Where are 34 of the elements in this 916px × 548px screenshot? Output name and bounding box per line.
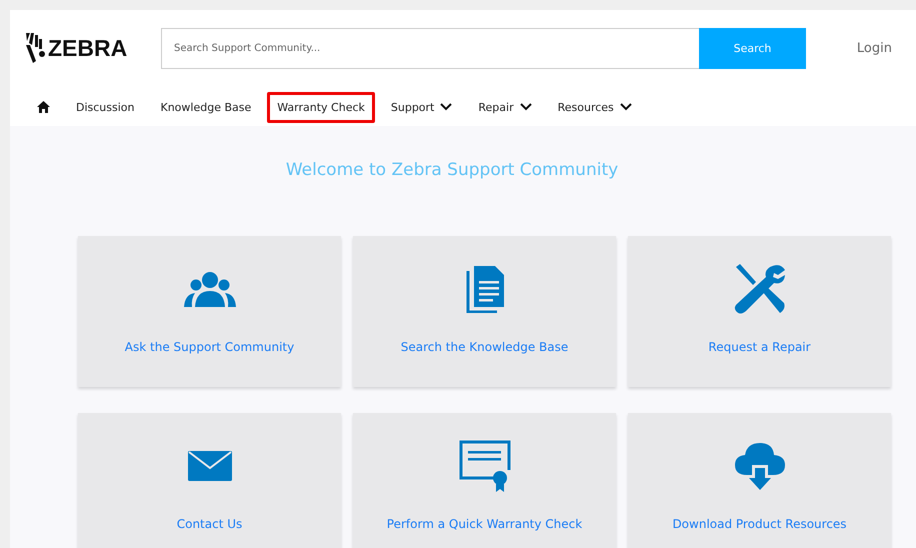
envelope-icon bbox=[188, 451, 232, 481]
card-label[interactable]: Request a Repair bbox=[708, 340, 811, 354]
card-label[interactable]: Contact Us bbox=[176, 517, 242, 531]
home-icon bbox=[37, 101, 50, 113]
nav-link[interactable]: Warranty Check bbox=[267, 92, 375, 122]
zebra-logo-icon bbox=[24, 31, 46, 65]
wrench-screwdriver-icon bbox=[734, 263, 786, 315]
nav-menu-label[interactable]: Resources bbox=[558, 100, 614, 114]
card[interactable]: Download Product Resources bbox=[628, 413, 891, 548]
search-button[interactable]: Search bbox=[699, 28, 806, 68]
logo-text: ZEBRA bbox=[48, 34, 128, 62]
card[interactable]: Perform a Quick Warranty Check bbox=[353, 413, 616, 548]
card[interactable]: Contact Us bbox=[78, 413, 341, 548]
card-label[interactable]: Search the Knowledge Base bbox=[400, 340, 568, 354]
card[interactable]: Request a Repair bbox=[628, 236, 891, 387]
chevron-down-icon[interactable] bbox=[520, 103, 532, 111]
card[interactable]: Search the Knowledge Base bbox=[353, 236, 616, 387]
login-link[interactable]: Login bbox=[856, 40, 892, 56]
card-label[interactable]: Download Product Resources bbox=[672, 517, 847, 531]
card-label[interactable]: Perform a Quick Warranty Check bbox=[386, 517, 582, 531]
chevron-down-icon[interactable] bbox=[440, 103, 452, 111]
page-title: Welcome to Zebra Support Community bbox=[284, 160, 620, 180]
certificate-icon bbox=[458, 440, 510, 492]
search-field[interactable]: Search Support Community... bbox=[161, 28, 699, 68]
nav-menu-label[interactable]: Repair bbox=[478, 100, 514, 114]
nav-menu-label[interactable]: Support bbox=[390, 100, 434, 114]
card[interactable]: Ask the Support Community bbox=[78, 236, 341, 387]
nav-link[interactable]: Discussion bbox=[66, 92, 144, 122]
cloud-download-icon bbox=[734, 441, 784, 491]
document-icon bbox=[464, 265, 504, 313]
nav-link[interactable]: Knowledge Base bbox=[150, 92, 262, 122]
people-icon bbox=[184, 271, 236, 307]
card-label[interactable]: Ask the Support Community bbox=[124, 340, 294, 354]
chevron-down-icon[interactable] bbox=[620, 103, 632, 111]
